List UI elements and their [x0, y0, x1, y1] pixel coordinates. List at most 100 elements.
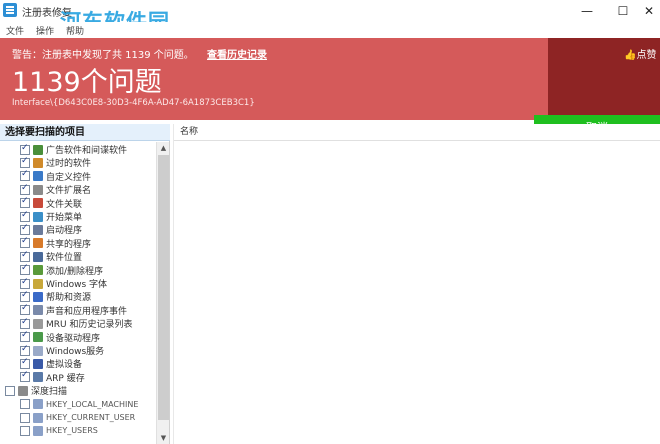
scan-items-header: 选择要扫描的项目	[0, 124, 170, 141]
help-icon	[33, 291, 43, 302]
scan-item-checkbox[interactable]	[20, 169, 30, 182]
scan-item-row[interactable]: 添加/删除程序	[20, 263, 103, 277]
scan-item-checkbox[interactable]	[20, 357, 30, 369]
location-icon	[33, 251, 43, 262]
scan-item-checkbox[interactable]	[20, 143, 30, 155]
file-assoc-icon	[33, 198, 43, 209]
software-icon	[33, 157, 43, 168]
scan-item-row[interactable]: ARP 缓存	[20, 370, 85, 384]
scan-item-row[interactable]: 深度扫描	[5, 384, 67, 397]
scroll-thumb[interactable]	[158, 155, 169, 420]
scan-item-label: Windows 字体	[46, 280, 108, 290]
scan-item-checkbox[interactable]	[20, 303, 30, 316]
scan-results-banner: 警告：注册表中发现了共 1139 个问题。 查看历史记录 1139个问题 Int…	[0, 38, 660, 140]
scan-item-row[interactable]: 文件关联	[20, 196, 83, 210]
startup-icon	[33, 224, 43, 235]
scan-item-checkbox[interactable]	[20, 330, 30, 343]
scan-item-label: 自定义控件	[46, 172, 92, 183]
registry-icon	[33, 399, 43, 410]
scan-item-checkbox[interactable]	[20, 399, 30, 410]
scan-item-row[interactable]: 文件扩展名	[20, 183, 91, 196]
scan-item-checkbox[interactable]	[20, 290, 30, 302]
history-link[interactable]: 查看历史记录	[207, 50, 267, 61]
scroll-up-icon[interactable]: ▲	[157, 142, 170, 154]
scan-item-label: 设备驱动程序	[46, 333, 101, 344]
scan-item-checkbox[interactable]	[20, 317, 30, 329]
column-header-name[interactable]: 名称	[174, 124, 660, 141]
scan-item-label: HKEY_LOCAL_MACHINE	[46, 399, 139, 409]
close-button[interactable]: ✕	[638, 2, 660, 20]
scroll-down-icon[interactable]: ▼	[157, 432, 170, 444]
scan-items-panel: 选择要扫描的项目 广告软件和间谍软件过时的软件自定义控件文件扩展名文件关联开始菜…	[0, 124, 170, 444]
scan-item-checkbox[interactable]	[20, 250, 30, 262]
scan-item-row[interactable]: MRU 和历史记录列表	[20, 317, 132, 330]
scan-item-row[interactable]: 过时的软件	[20, 156, 91, 169]
scan-item-label: 帮助和资源	[46, 293, 92, 304]
menu-file[interactable]: 文件	[6, 24, 24, 37]
scan-item-row[interactable]: 软件位置	[20, 250, 82, 263]
history-icon	[33, 318, 43, 329]
scan-item-label: 启动程序	[46, 226, 83, 237]
scan-item-checkbox[interactable]	[20, 210, 30, 222]
scan-item-row[interactable]: HKEY_USERS	[20, 424, 98, 437]
scan-item-row[interactable]: Windows服务	[20, 344, 104, 357]
thumbs-up-icon: 👍	[624, 50, 637, 61]
virtual-device-icon	[33, 358, 43, 369]
scan-item-checkbox[interactable]	[20, 236, 30, 249]
scan-item-row[interactable]: HKEY_LOCAL_MACHINE	[20, 398, 138, 411]
service-icon	[33, 345, 43, 356]
scan-item-checkbox[interactable]	[20, 183, 30, 195]
registry-icon	[33, 425, 43, 436]
deep-scan-icon	[18, 385, 28, 396]
scan-item-label: 共享的程序	[46, 239, 92, 250]
scan-item-label: ARP 缓存	[46, 373, 85, 384]
scan-item-row[interactable]: 设备驱动程序	[20, 330, 101, 344]
add-remove-icon	[33, 265, 43, 276]
ads-icon	[33, 144, 43, 155]
scan-item-checkbox[interactable]	[20, 263, 30, 276]
extension-icon	[33, 184, 43, 195]
scan-item-checkbox[interactable]	[20, 223, 30, 235]
scan-item-checkbox[interactable]	[20, 412, 30, 423]
scan-item-row[interactable]: 自定义控件	[20, 169, 92, 183]
scan-item-label: 广告软件和间谍软件	[46, 146, 128, 156]
scan-item-label: HKEY_USERS	[46, 426, 98, 436]
menu-actions[interactable]: 操作	[36, 24, 54, 37]
scan-item-checkbox[interactable]	[20, 156, 30, 168]
banner-status: 警告：注册表中发现了共 1139 个问题。 查看历史记录	[12, 46, 267, 61]
scan-item-checkbox[interactable]	[20, 196, 30, 209]
current-scan-path: Interface\{D643C0E8-30D3-4F6A-AD47-6A187…	[12, 98, 255, 108]
maximize-button[interactable]: ☐	[608, 2, 638, 20]
scan-item-row[interactable]: 虚拟设备	[20, 357, 82, 370]
menu-help[interactable]: 帮助	[66, 24, 84, 37]
scan-item-checkbox[interactable]	[20, 425, 30, 436]
scan-items-tree: 广告软件和间谍软件过时的软件自定义控件文件扩展名文件关联开始菜单启动程序共享的程…	[0, 143, 156, 443]
driver-icon	[33, 332, 43, 343]
scan-item-label: MRU 和历史记录列表	[46, 320, 133, 331]
scan-item-label: 过时的软件	[46, 159, 92, 170]
arp-icon	[33, 372, 43, 383]
results-list: 名称	[173, 124, 660, 444]
scan-item-label: 开始菜单	[46, 213, 83, 223]
control-icon	[33, 171, 43, 182]
scan-item-checkbox[interactable]	[20, 277, 30, 289]
scan-item-row[interactable]: 帮助和资源	[20, 290, 91, 303]
scan-item-row[interactable]: 广告软件和间谍软件	[20, 143, 127, 156]
scan-item-row[interactable]: 声音和应用程序事件	[20, 303, 127, 317]
start-menu-icon	[33, 211, 43, 222]
app-icon	[3, 3, 17, 17]
scan-item-row[interactable]: 启动程序	[20, 223, 82, 236]
issue-count: 1139个问题	[12, 67, 162, 98]
scan-item-row[interactable]: HKEY_CURRENT_USER	[20, 411, 135, 424]
scan-item-row[interactable]: Windows 字体	[20, 277, 107, 290]
scan-item-checkbox[interactable]	[20, 370, 30, 383]
scan-item-label: 深度扫描	[31, 387, 68, 398]
scan-item-checkbox[interactable]	[20, 344, 30, 356]
scan-item-row[interactable]: 开始菜单	[20, 210, 82, 223]
minimize-button[interactable]: —	[572, 2, 602, 20]
scan-item-label: 文件关联	[46, 199, 83, 210]
scan-item-checkbox[interactable]	[5, 385, 15, 396]
scan-item-row[interactable]: 共享的程序	[20, 236, 92, 250]
tree-scrollbar[interactable]: ▲ ▼	[156, 142, 169, 444]
like-button[interactable]: 👍点赞	[624, 46, 656, 61]
